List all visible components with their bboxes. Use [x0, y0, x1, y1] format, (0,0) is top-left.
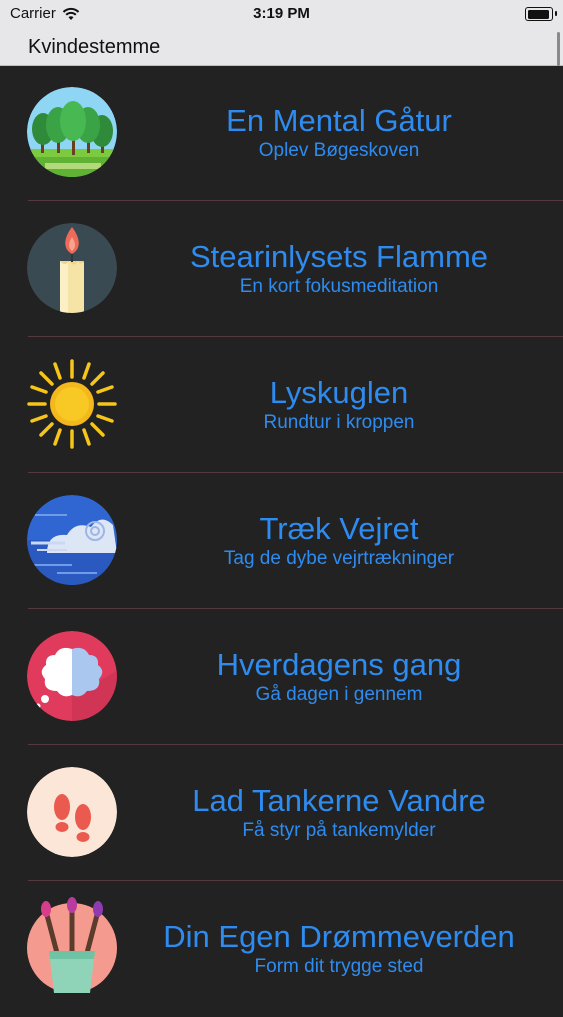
item-subtitle: Rundtur i kroppen — [263, 412, 415, 433]
item-subtitle: Oplev Bøgeskoven — [258, 140, 420, 161]
battery-icon — [525, 7, 557, 21]
item-title: En Mental Gåtur — [226, 103, 452, 138]
item-title: Lad Tankerne Vandre — [192, 783, 486, 818]
cloud-thought-icon — [27, 631, 117, 721]
page-title: Kvindestemme — [28, 36, 161, 58]
footprints-icon — [27, 767, 117, 857]
paintbrushes-icon — [27, 897, 117, 993]
list-item-hverdagens-gang[interactable]: Hverdagens gang Gå dagen i gennem — [0, 609, 563, 745]
wind-icon — [27, 495, 117, 585]
item-title: Lyskuglen — [269, 375, 409, 410]
navigation-bar: Kvindestemme — [0, 28, 563, 66]
status-time: 3:19 PM — [253, 5, 310, 22]
item-subtitle: Få styr på tankemylder — [242, 820, 436, 841]
candle-icon — [27, 223, 117, 313]
list-item-mental-gatur[interactable]: En Mental Gåtur Oplev Bøgeskoven — [0, 65, 563, 201]
item-title: Din Egen Drømmeverden — [163, 919, 515, 954]
item-title: Stearinlysets Flamme — [189, 239, 489, 274]
scroll-indicator[interactable] — [557, 32, 560, 66]
item-subtitle: En kort fokusmeditation — [239, 276, 439, 297]
list-item-din-egen-drommeverden[interactable]: Din Egen Drømmeverden Form dit trygge st… — [0, 881, 563, 1017]
item-title: Træk Vejret — [259, 511, 419, 546]
item-subtitle: Form dit trygge sted — [254, 956, 424, 977]
list-item-stearinlysets-flamme[interactable]: Stearinlysets Flamme En kort fokusmedita… — [0, 201, 563, 337]
sun-icon — [27, 359, 117, 449]
forest-icon — [27, 87, 117, 177]
item-subtitle: Gå dagen i gennem — [255, 684, 423, 705]
list-item-lyskuglen[interactable]: Lyskuglen Rundtur i kroppen — [0, 337, 563, 473]
status-bar: Carrier 3:19 PM — [0, 0, 563, 28]
list-item-lad-tankerne-vandre[interactable]: Lad Tankerne Vandre Få styr på tankemyld… — [0, 745, 563, 881]
item-subtitle: Tag de dybe vejrtrækninger — [223, 548, 455, 569]
item-title: Hverdagens gang — [216, 647, 462, 682]
list-item-traek-vejret[interactable]: Træk Vejret Tag de dybe vejrtrækninger — [0, 473, 563, 609]
